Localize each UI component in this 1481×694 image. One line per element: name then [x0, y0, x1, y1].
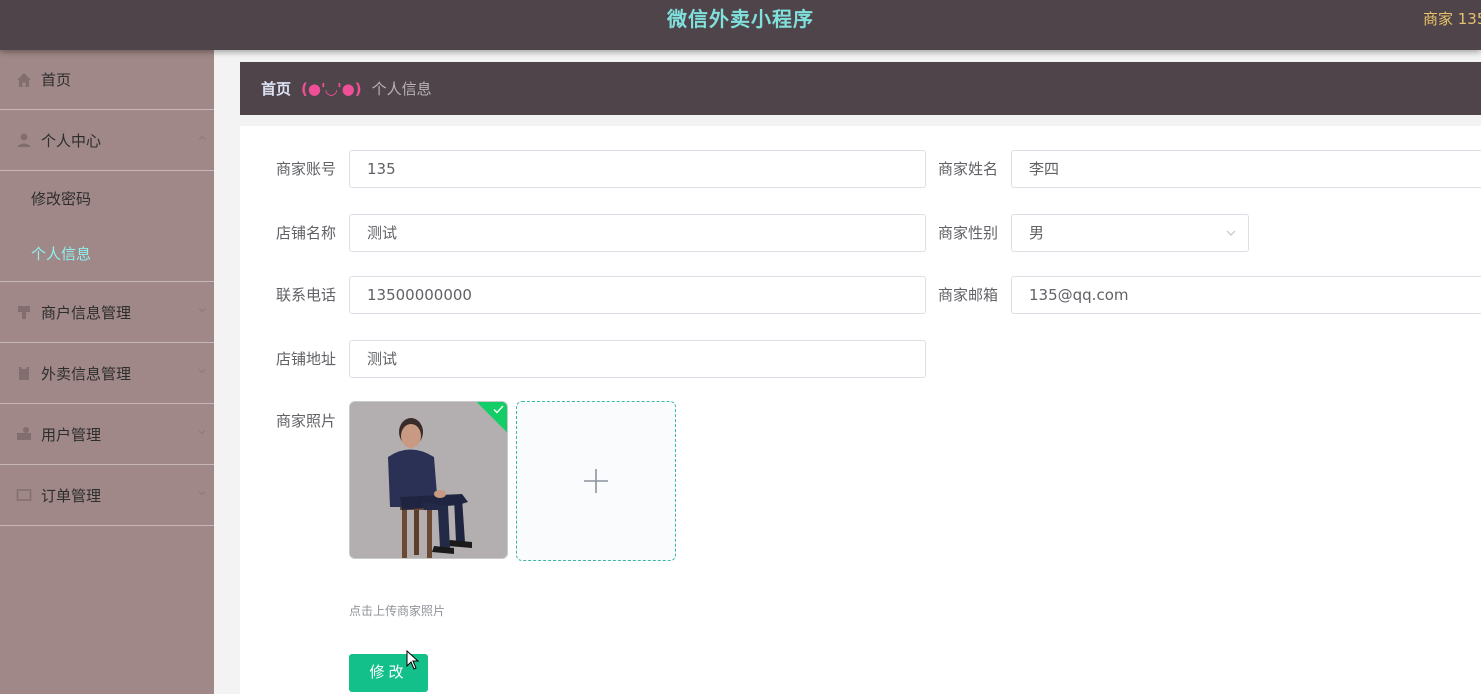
sidebar-item-label: 商户信息管理 [41, 303, 132, 322]
top-header: 微信外卖小程序 商家 135 [0, 0, 1481, 50]
gender-label: 商家性别 [938, 224, 999, 242]
chevron-down-icon [198, 491, 206, 496]
chevron-down-icon [198, 308, 206, 313]
sidebar-item-personal-info[interactable]: 个人信息 [0, 226, 214, 281]
shop-name-field[interactable]: 测试 [349, 214, 926, 252]
sidebar-item-takeout-info[interactable]: 外卖信息管理 [0, 343, 214, 404]
home-icon [17, 72, 31, 87]
uploaded-photo-thumbnail[interactable] [349, 401, 508, 559]
breadcrumb-home[interactable]: 首页 [261, 78, 291, 99]
phone-label: 联系电话 [276, 286, 337, 304]
email-label: 商家邮箱 [938, 286, 999, 304]
chevron-down-icon [198, 430, 206, 435]
sidebar-item-change-password[interactable]: 修改密码 [0, 171, 214, 226]
sidebar-item-personal-center[interactable]: 个人中心 [0, 110, 214, 171]
upload-hint: 点击上传商家照片 [349, 604, 446, 618]
mouse-cursor-icon [406, 650, 420, 670]
app-title: 微信外卖小程序 [667, 7, 814, 31]
name-label: 商家姓名 [938, 160, 999, 178]
user-icon [17, 133, 31, 147]
sidebar-item-user-management[interactable]: 用户管理 [0, 404, 214, 465]
sidebar-item-label: 外卖信息管理 [41, 364, 132, 383]
sidebar-item-label: 用户管理 [41, 425, 102, 444]
address-label: 店铺地址 [276, 350, 337, 368]
current-user[interactable]: 商家 135 [1423, 0, 1481, 38]
chevron-down-icon [1226, 230, 1236, 236]
sidebar-submenu-personal-center: 修改密码 个人信息 [0, 171, 214, 282]
merchant-photo-image [350, 402, 507, 558]
breadcrumb: 首页 (●'◡'●) 个人信息 [240, 62, 1481, 115]
account-label: 商家账号 [276, 160, 337, 178]
sidebar-item-merchant-info[interactable]: 商户信息管理 [0, 282, 214, 343]
breadcrumb-current: 个人信息 [371, 80, 432, 98]
phone-field[interactable]: 13500000000 [349, 276, 926, 314]
order-icon [16, 489, 32, 501]
breadcrumb-emoticon: (●'◡'●) [301, 79, 362, 98]
profile-form: 商家账号 135 商家姓名 李四 店铺名称 测试 商家性别 男 联系电话 135… [240, 126, 1481, 694]
users-icon [17, 427, 31, 440]
sidebar-item-label: 首页 [41, 71, 72, 89]
chevron-down-icon [198, 369, 206, 374]
sidebar: 首页 个人中心 修改密码 个人信息 商户信息管理 外卖信息管理 用户管理 订单管… [0, 50, 214, 694]
account-field[interactable]: 135 [349, 150, 926, 188]
sidebar-item-label: 订单管理 [41, 486, 102, 505]
chevron-up-icon [198, 135, 206, 140]
gender-value: 男 [1029, 224, 1045, 242]
sidebar-item-home[interactable]: 首页 [0, 50, 214, 110]
shop-icon [18, 306, 30, 319]
sidebar-item-order-management[interactable]: 订单管理 [0, 465, 214, 526]
clipboard-icon [19, 366, 29, 380]
name-field[interactable]: 李四 [1011, 150, 1481, 188]
email-field[interactable]: 135@qq.com [1011, 276, 1481, 314]
check-icon [493, 405, 504, 414]
gender-select[interactable]: 男 [1011, 214, 1249, 252]
plus-icon [584, 469, 608, 493]
sidebar-item-label: 个人中心 [41, 131, 102, 150]
photo-upload-button[interactable] [516, 401, 676, 561]
address-field[interactable]: 测试 [349, 340, 926, 378]
shop-name-label: 店铺名称 [276, 224, 337, 242]
photo-label: 商家照片 [276, 412, 337, 430]
